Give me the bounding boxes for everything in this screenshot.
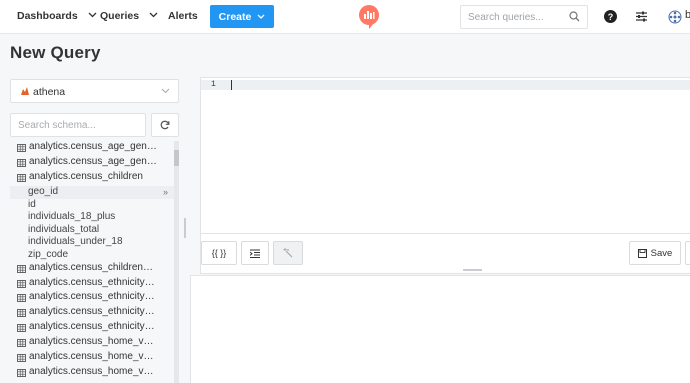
create-button[interactable]: Create [210, 5, 274, 28]
schema-table-name: analytics.census_home_valu... [29, 366, 157, 378]
table-icon [17, 159, 26, 167]
query-editor[interactable]: 1 [200, 77, 690, 234]
schema-column-row[interactable]: geo_id » [10, 185, 174, 199]
execute-button[interactable] [685, 241, 690, 265]
schema-table-name: analytics.census_ethnicity_p... [29, 321, 157, 333]
data-source-select[interactable]: athena [10, 79, 179, 103]
create-button-label: Create [218, 10, 252, 23]
schema-table-name: analytics.census_children_d... [29, 261, 157, 273]
user-name[interactable]: b [685, 9, 690, 21]
help-icon[interactable]: ? [604, 10, 617, 23]
table-icon [17, 369, 26, 378]
schema-column-name: id [28, 198, 36, 210]
nav-alerts[interactable]: Alerts [168, 10, 198, 22]
magic-wand-icon [283, 248, 293, 258]
chevron-down-icon [161, 88, 170, 94]
chevron-down-icon [257, 14, 265, 19]
refresh-schema-button[interactable] [151, 113, 179, 137]
schema-table-row[interactable]: analytics.census_children_d... [10, 262, 174, 275]
schema-table-name: analytics.census_age_gende... [29, 141, 157, 152]
indent-icon [250, 249, 260, 258]
vertical-resize-handle[interactable] [184, 218, 186, 238]
schema-search[interactable] [10, 113, 146, 137]
schema-table-row[interactable]: analytics.census_home_valu... [10, 336, 174, 349]
table-icon [17, 339, 26, 348]
schema-search-input[interactable] [11, 114, 141, 136]
table-icon [17, 264, 26, 273]
top-navbar: Dashboards Queries Alerts Create ? [0, 0, 690, 34]
athena-icon [21, 87, 29, 95]
save-button-label: Save [650, 247, 673, 259]
schema-table-row[interactable]: analytics.census_ethnicity_h... [10, 291, 174, 304]
schema-table-name: analytics.census_children [29, 170, 143, 182]
table-icon [17, 354, 26, 363]
nav-dashboards[interactable]: Dashboards [17, 10, 97, 22]
schema-column-row[interactable]: individuals_total [10, 224, 174, 237]
schema-table-name: analytics.census_ethnicity_h... [29, 276, 157, 288]
svg-text:?: ? [608, 12, 614, 22]
schema-table-row[interactable]: analytics.census_home_valu... [10, 351, 174, 364]
schema-table-row[interactable]: analytics.census_age_gende... [10, 141, 174, 154]
add-parameter-label: {{ }} [211, 248, 227, 258]
schema-scrollbar-thumb[interactable] [174, 150, 179, 166]
query-search-input[interactable] [461, 6, 561, 28]
query-results-panel [190, 275, 690, 383]
text-cursor [231, 80, 232, 90]
page-title: New Query [10, 43, 101, 62]
table-icon [17, 279, 26, 288]
schema-scrollbar[interactable] [174, 141, 179, 383]
insert-column-icon[interactable]: » [163, 186, 168, 199]
schema-column-name: geo_id [28, 185, 59, 197]
schema-table-name: analytics.census_home_valu... [29, 336, 157, 348]
chevron-down-icon [88, 12, 97, 18]
table-icon [17, 309, 26, 318]
format-query-button[interactable] [241, 241, 269, 265]
schema-table-row[interactable]: analytics.census_ethnicity_p... [10, 321, 174, 334]
schema-browser: analytics.census_age_gende... analytics.c… [10, 141, 174, 383]
logo-icon [359, 5, 379, 29]
nav-dashboards-label: Dashboards [17, 10, 78, 22]
schema-table-row[interactable]: analytics.census_age_gende... [10, 156, 174, 169]
schema-table-name: analytics.census_age_gende... [29, 155, 157, 167]
save-icon [637, 248, 647, 258]
active-line-highlight [201, 80, 690, 90]
settings-sliders-icon[interactable] [635, 10, 648, 23]
schema-table-row[interactable]: analytics.census_home_valu... [10, 366, 174, 379]
nav-alerts-label: Alerts [168, 10, 198, 22]
table-icon [17, 294, 26, 303]
schema-column-row[interactable]: zip_code [10, 249, 174, 262]
data-source-label: athena [33, 86, 66, 98]
user-avatar-icon[interactable] [668, 10, 682, 24]
schema-table-row[interactable]: analytics.census_ethnicity_h... [10, 277, 174, 290]
table-icon [17, 174, 26, 182]
schema-column-name: individuals_total [28, 223, 100, 235]
schema-table-name: analytics.census_ethnicity_p... [29, 306, 157, 318]
chevron-down-icon [149, 12, 158, 18]
schema-column-name: zip_code [28, 248, 69, 260]
nav-queries-label: Queries [100, 10, 140, 22]
refresh-icon [160, 120, 170, 130]
horizontal-resize-handle[interactable] [463, 269, 482, 271]
table-icon [17, 144, 26, 152]
editor-toolbar: {{ }} Save [200, 234, 690, 274]
add-parameter-button[interactable]: {{ }} [201, 241, 237, 265]
table-icon [17, 324, 26, 333]
schema-table-name: analytics.census_ethnicity_h... [29, 291, 157, 303]
schema-column-row[interactable]: individuals_18_plus [10, 211, 174, 224]
schema-column-name: individuals_18_plus [28, 211, 116, 223]
schema-table-name: analytics.census_home_valu... [29, 351, 157, 363]
search-icon[interactable] [569, 11, 580, 22]
query-search[interactable] [460, 5, 588, 29]
save-button[interactable]: Save [629, 241, 681, 265]
schema-table-row[interactable]: analytics.census_ethnicity_p... [10, 306, 174, 319]
schema-column-row[interactable]: individuals_under_18 [10, 236, 174, 249]
schema-table-row[interactable]: analytics.census_children [10, 171, 174, 184]
nav-queries[interactable]: Queries [100, 10, 158, 22]
schema-column-row[interactable]: id [10, 199, 174, 212]
autocomplete-toggle-button[interactable] [273, 241, 303, 265]
schema-column-name: individuals_under_18 [28, 236, 123, 248]
redash-logo[interactable] [358, 4, 380, 35]
line-number: 1 [211, 80, 216, 89]
